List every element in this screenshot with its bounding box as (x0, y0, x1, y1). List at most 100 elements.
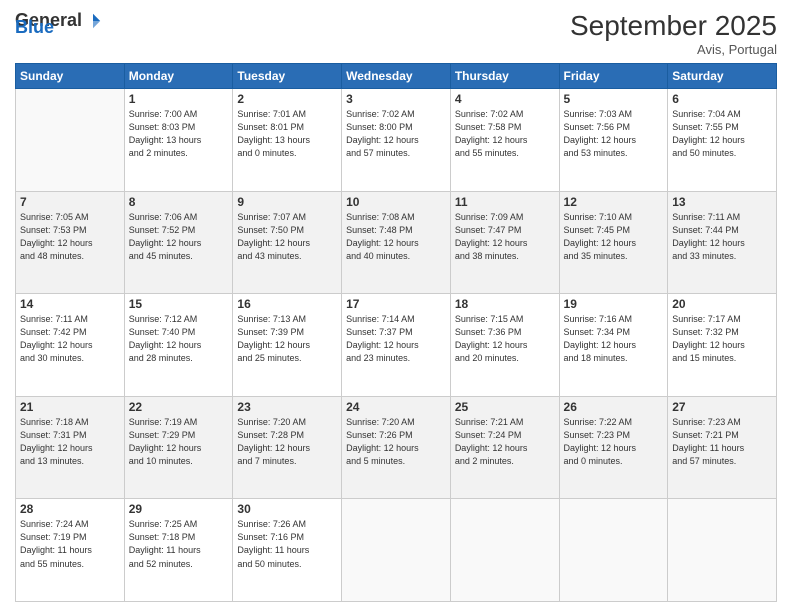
calendar-cell: 25 Sunrise: 7:21 AMSunset: 7:24 PMDayligh… (450, 396, 559, 499)
day-number: 21 (20, 400, 120, 414)
day-info: Sunrise: 7:07 AMSunset: 7:50 PMDaylight:… (237, 211, 337, 263)
calendar-cell: 1 Sunrise: 7:00 AMSunset: 8:03 PMDaylight… (124, 89, 233, 192)
col-wednesday: Wednesday (342, 64, 451, 89)
day-info: Sunrise: 7:11 AMSunset: 7:42 PMDaylight:… (20, 313, 120, 365)
day-info: Sunrise: 7:03 AMSunset: 7:56 PMDaylight:… (564, 108, 664, 160)
day-info: Sunrise: 7:21 AMSunset: 7:24 PMDaylight:… (455, 416, 555, 468)
calendar-cell: 9 Sunrise: 7:07 AMSunset: 7:50 PMDaylight… (233, 191, 342, 294)
day-info: Sunrise: 7:13 AMSunset: 7:39 PMDaylight:… (237, 313, 337, 365)
day-info: Sunrise: 7:12 AMSunset: 7:40 PMDaylight:… (129, 313, 229, 365)
day-info: Sunrise: 7:09 AMSunset: 7:47 PMDaylight:… (455, 211, 555, 263)
calendar-cell (668, 499, 777, 602)
day-number: 5 (564, 92, 664, 106)
day-info: Sunrise: 7:15 AMSunset: 7:36 PMDaylight:… (455, 313, 555, 365)
day-number: 25 (455, 400, 555, 414)
table-row: 7 Sunrise: 7:05 AMSunset: 7:53 PMDaylight… (16, 191, 777, 294)
day-info: Sunrise: 7:22 AMSunset: 7:23 PMDaylight:… (564, 416, 664, 468)
calendar-cell: 28 Sunrise: 7:24 AMSunset: 7:19 PMDayligh… (16, 499, 125, 602)
day-info: Sunrise: 7:08 AMSunset: 7:48 PMDaylight:… (346, 211, 446, 263)
day-number: 27 (672, 400, 772, 414)
table-row: 1 Sunrise: 7:00 AMSunset: 8:03 PMDaylight… (16, 89, 777, 192)
day-info: Sunrise: 7:23 AMSunset: 7:21 PMDaylight:… (672, 416, 772, 468)
title-area: September 2025 Avis, Portugal (570, 10, 777, 57)
calendar-cell: 19 Sunrise: 7:16 AMSunset: 7:34 PMDayligh… (559, 294, 668, 397)
header: General Blue September 2025 Avis, Portug… (15, 10, 777, 57)
day-number: 15 (129, 297, 229, 311)
col-monday: Monday (124, 64, 233, 89)
calendar-cell: 17 Sunrise: 7:14 AMSunset: 7:37 PMDayligh… (342, 294, 451, 397)
col-tuesday: Tuesday (233, 64, 342, 89)
day-info: Sunrise: 7:24 AMSunset: 7:19 PMDaylight:… (20, 518, 120, 570)
calendar-cell: 23Sunrise: 7:20 AMSunset: 7:28 PMDayligh… (233, 396, 342, 499)
day-number: 24 (346, 400, 446, 414)
calendar-cell: 11 Sunrise: 7:09 AMSunset: 7:47 PMDayligh… (450, 191, 559, 294)
day-number: 14 (20, 297, 120, 311)
calendar-cell: 21 Sunrise: 7:18 AMSunset: 7:31 PMDayligh… (16, 396, 125, 499)
calendar-cell (342, 499, 451, 602)
logo: General Blue (15, 10, 102, 38)
col-thursday: Thursday (450, 64, 559, 89)
calendar-cell: 16 Sunrise: 7:13 AMSunset: 7:39 PMDayligh… (233, 294, 342, 397)
day-number: 4 (455, 92, 555, 106)
day-info: Sunrise: 7:04 AMSunset: 7:55 PMDaylight:… (672, 108, 772, 160)
day-info: Sunrise: 7:18 AMSunset: 7:31 PMDaylight:… (20, 416, 120, 468)
day-number: 29 (129, 502, 229, 516)
calendar-cell: 8Sunrise: 7:06 AMSunset: 7:52 PMDaylight… (124, 191, 233, 294)
calendar-cell: 10Sunrise: 7:08 AMSunset: 7:48 PMDayligh… (342, 191, 451, 294)
calendar-cell: 30 Sunrise: 7:26 AMSunset: 7:16 PMDayligh… (233, 499, 342, 602)
calendar-cell: 15 Sunrise: 7:12 AMSunset: 7:40 PMDayligh… (124, 294, 233, 397)
day-number: 9 (237, 195, 337, 209)
day-info: Sunrise: 7:10 AMSunset: 7:45 PMDaylight:… (564, 211, 664, 263)
page: General Blue September 2025 Avis, Portug… (0, 0, 792, 612)
calendar-cell (16, 89, 125, 192)
day-info: Sunrise: 7:14 AMSunset: 7:37 PMDaylight:… (346, 313, 446, 365)
day-number: 11 (455, 195, 555, 209)
day-number: 7 (20, 195, 120, 209)
calendar-cell: 27 Sunrise: 7:23 AMSunset: 7:21 PMDayligh… (668, 396, 777, 499)
day-info: Sunrise: 7:17 AMSunset: 7:32 PMDaylight:… (672, 313, 772, 365)
day-info: Sunrise: 7:20 AMSunset: 7:26 PMDaylight:… (346, 416, 446, 468)
calendar-cell (450, 499, 559, 602)
table-row: 28 Sunrise: 7:24 AMSunset: 7:19 PMDayligh… (16, 499, 777, 602)
calendar-cell: 18Sunrise: 7:15 AMSunset: 7:36 PMDayligh… (450, 294, 559, 397)
day-info: Sunrise: 7:05 AMSunset: 7:53 PMDaylight:… (20, 211, 120, 263)
day-number: 6 (672, 92, 772, 106)
day-number: 12 (564, 195, 664, 209)
day-info: Sunrise: 7:02 AMSunset: 8:00 PMDaylight:… (346, 108, 446, 160)
day-info: Sunrise: 7:00 AMSunset: 8:03 PMDaylight:… (129, 108, 229, 160)
calendar-cell: 26 Sunrise: 7:22 AMSunset: 7:23 PMDayligh… (559, 396, 668, 499)
day-number: 17 (346, 297, 446, 311)
day-number: 30 (237, 502, 337, 516)
day-info: Sunrise: 7:02 AMSunset: 7:58 PMDaylight:… (455, 108, 555, 160)
col-saturday: Saturday (668, 64, 777, 89)
month-title: September 2025 (570, 10, 777, 42)
calendar-cell: 6 Sunrise: 7:04 AMSunset: 7:55 PMDaylight… (668, 89, 777, 192)
day-number: 3 (346, 92, 446, 106)
day-info: Sunrise: 7:26 AMSunset: 7:16 PMDaylight:… (237, 518, 337, 570)
logo-blue: Blue (15, 17, 54, 38)
day-number: 22 (129, 400, 229, 414)
table-row: 14 Sunrise: 7:11 AMSunset: 7:42 PMDayligh… (16, 294, 777, 397)
day-number: 16 (237, 297, 337, 311)
day-number: 1 (129, 92, 229, 106)
col-friday: Friday (559, 64, 668, 89)
day-info: Sunrise: 7:01 AMSunset: 8:01 PMDaylight:… (237, 108, 337, 160)
day-number: 26 (564, 400, 664, 414)
calendar-cell: 22Sunrise: 7:19 AMSunset: 7:29 PMDayligh… (124, 396, 233, 499)
day-info: Sunrise: 7:16 AMSunset: 7:34 PMDaylight:… (564, 313, 664, 365)
calendar-cell: 3 Sunrise: 7:02 AMSunset: 8:00 PMDaylight… (342, 89, 451, 192)
day-number: 19 (564, 297, 664, 311)
logo-icon (84, 12, 102, 30)
calendar-cell: 20Sunrise: 7:17 AMSunset: 7:32 PMDayligh… (668, 294, 777, 397)
calendar-cell (559, 499, 668, 602)
calendar: Sunday Monday Tuesday Wednesday Thursday… (15, 63, 777, 602)
location: Avis, Portugal (570, 42, 777, 57)
day-number: 2 (237, 92, 337, 106)
day-number: 8 (129, 195, 229, 209)
day-number: 13 (672, 195, 772, 209)
calendar-cell: 2 Sunrise: 7:01 AMSunset: 8:01 PMDaylight… (233, 89, 342, 192)
calendar-cell: 7 Sunrise: 7:05 AMSunset: 7:53 PMDaylight… (16, 191, 125, 294)
day-number: 28 (20, 502, 120, 516)
calendar-cell: 24 Sunrise: 7:20 AMSunset: 7:26 PMDayligh… (342, 396, 451, 499)
day-info: Sunrise: 7:25 AMSunset: 7:18 PMDaylight:… (129, 518, 229, 570)
